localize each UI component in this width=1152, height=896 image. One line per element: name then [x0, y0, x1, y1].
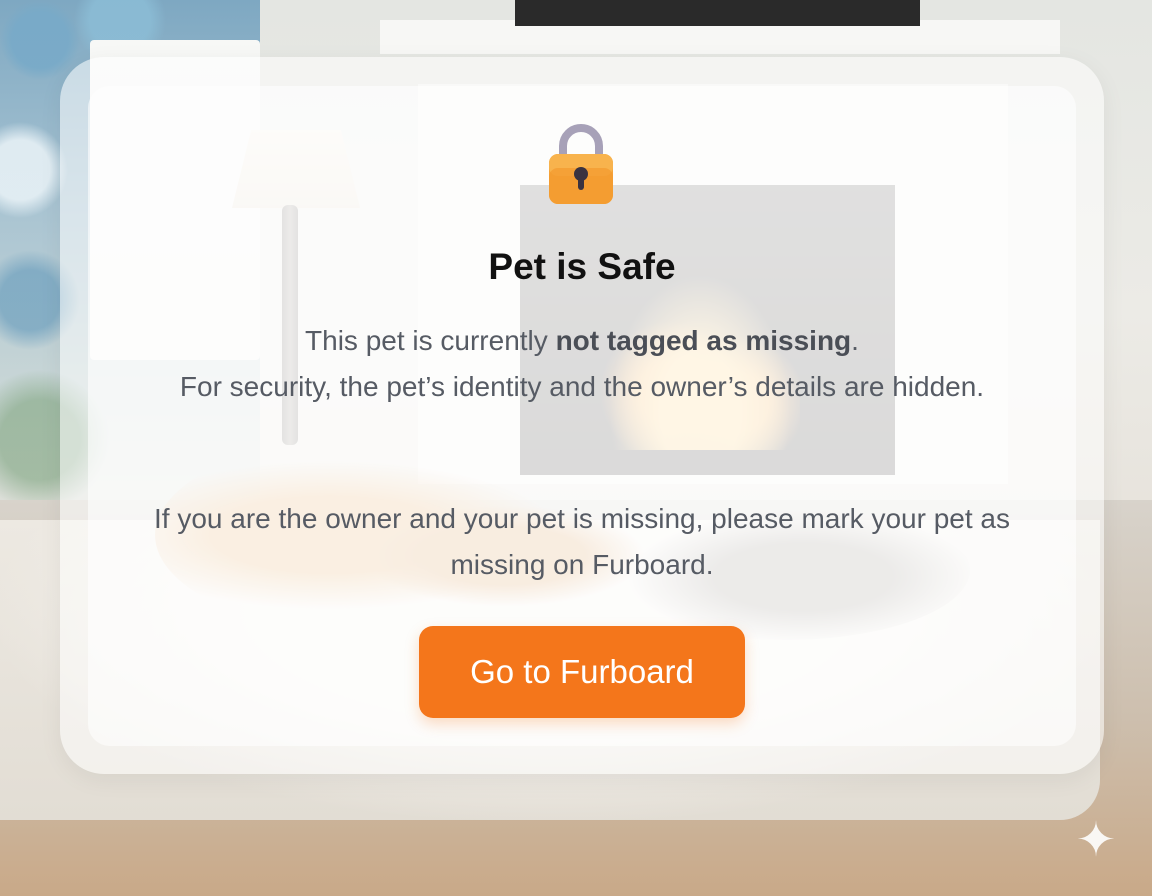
go-to-furboard-button[interactable]: Go to Furboard — [419, 626, 745, 718]
lock-icon — [546, 122, 616, 206]
status-message: This pet is currently not tagged as miss… — [120, 318, 1044, 410]
privacy-note: For security, the pet’s identity and the… — [179, 371, 985, 402]
status-line-suffix: . — [851, 325, 859, 356]
page-background: Pet is Safe This pet is currently not ta… — [0, 0, 1152, 896]
status-line-emphasis: not tagged as missing — [555, 325, 852, 356]
background-tv — [515, 0, 920, 26]
status-line: This pet is currently not tagged as miss… — [120, 318, 1044, 364]
status-line-prefix: This pet is currently — [305, 325, 556, 356]
sparkle-icon: ✦ — [1075, 812, 1117, 868]
page-title: Pet is Safe — [488, 246, 676, 287]
owner-instructions: If you are the owner and your pet is mis… — [154, 503, 1010, 580]
